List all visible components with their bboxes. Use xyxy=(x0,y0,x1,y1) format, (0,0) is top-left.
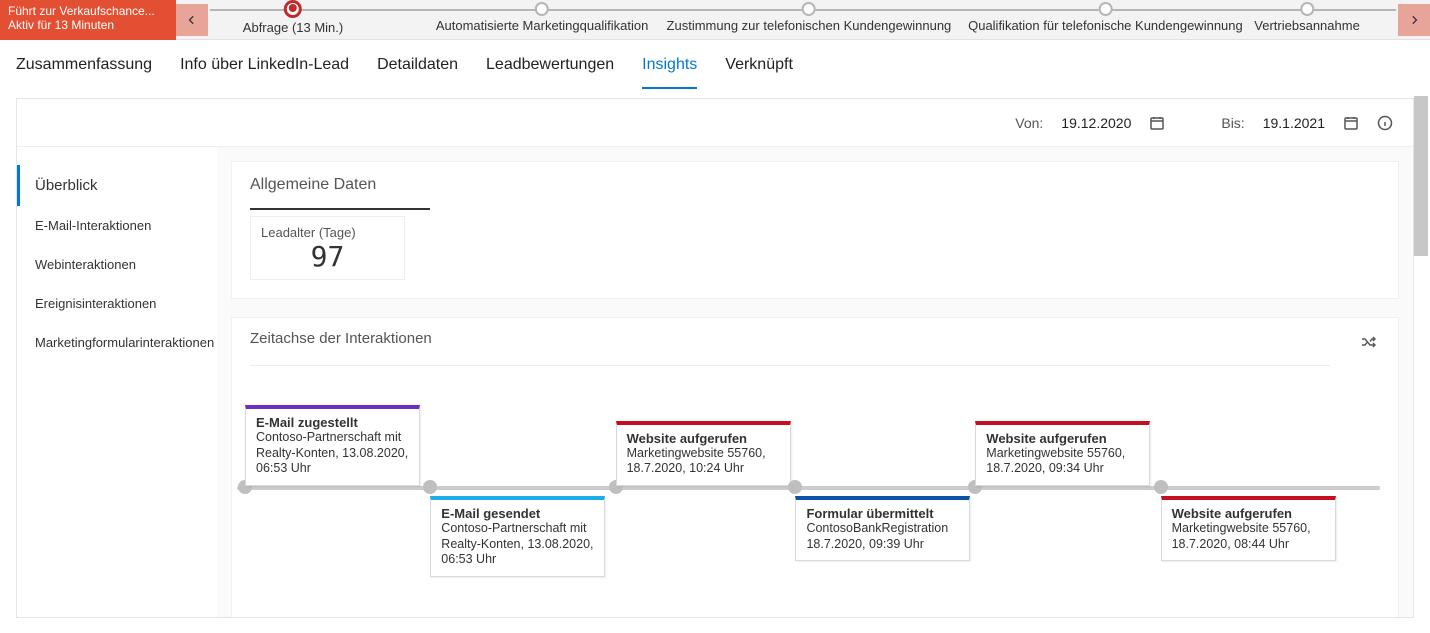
timeline-heading: Zeitachse der Interaktionen xyxy=(250,330,1330,366)
timeline-event-card[interactable]: Website aufgerufenMarketingwebsite 55760… xyxy=(1161,496,1336,561)
event-title: Website aufgerufen xyxy=(1172,506,1325,521)
leftnav-item[interactable]: E-Mail-Interaktionen xyxy=(17,206,217,245)
tab-insights[interactable]: Insights xyxy=(642,52,697,89)
timeline-event-card[interactable]: Formular übermitteltContosoBankRegistrat… xyxy=(795,496,970,561)
leftnav-item[interactable]: Marketingformularinteraktionen xyxy=(17,323,217,362)
general-data-card: Allgemeine Daten Leadalter (Tage) 97 xyxy=(231,161,1399,299)
event-title: E-Mail gesendet xyxy=(441,506,594,521)
bpf-stage-track: Abfrage (13 Min.) Automatisierte Marketin… xyxy=(210,0,1396,40)
bpf-flag-title: Führt zur Verkaufschance... xyxy=(8,4,168,18)
event-title: Website aufgerufen xyxy=(627,431,780,446)
event-desc: ContosoBankRegistration 18.7.2020, 09:39… xyxy=(806,521,959,552)
date-from-label: Von: xyxy=(1015,115,1043,131)
timeline-event-card[interactable]: E-Mail zugestelltContoso-Partnerschaft m… xyxy=(245,405,420,486)
leftnav-item[interactable]: Überblick xyxy=(17,165,217,206)
general-data-heading: Allgemeine Daten xyxy=(250,176,1380,194)
stage-label: Zustimmung zur telefonischen Kundengewin… xyxy=(667,18,952,33)
lead-age-kpi: Leadalter (Tage) 97 xyxy=(250,216,405,280)
stage-label: Vertriebsannahme xyxy=(1254,18,1360,33)
bpf-stage[interactable]: Automatisierte Marketingqualifikation xyxy=(436,0,648,33)
timeline-event-card[interactable]: Website aufgerufenMarketingwebsite 55760… xyxy=(975,421,1150,486)
bpf-active-stage-flag[interactable]: Führt zur Verkaufschance... Aktiv für 13… xyxy=(0,0,176,40)
bpf-next-button[interactable] xyxy=(1398,4,1430,36)
kpi-value: 97 xyxy=(261,240,394,273)
tab-zusammenfassung[interactable]: Zusammenfassung xyxy=(16,52,152,89)
event-desc: Contoso-Partnerschaft mit Realty-Konten,… xyxy=(256,430,409,477)
timeline-track: E-Mail zugestelltContoso-Partnerschaft m… xyxy=(237,386,1380,606)
stage-dot-icon xyxy=(1300,2,1314,16)
heading-underline xyxy=(250,208,430,210)
bpf-stage[interactable]: Abfrage (13 Min.) xyxy=(243,0,343,35)
date-range-bar: Von: 19.12.2020 Bis: 19.1.2021 xyxy=(17,99,1413,147)
shuffle-icon[interactable] xyxy=(1360,334,1376,353)
bpf-stage[interactable]: Qualifikation für telefonische Kundengew… xyxy=(968,0,1243,33)
stage-dot-icon xyxy=(284,0,302,18)
event-desc: Contoso-Partnerschaft mit Realty-Konten,… xyxy=(441,521,594,568)
timeline-node[interactable] xyxy=(423,480,437,494)
insights-left-nav: ÜberblickE-Mail-InteraktionenWebinterakt… xyxy=(17,147,217,617)
timeline-axis xyxy=(237,486,1380,490)
leftnav-item[interactable]: Webinteraktionen xyxy=(17,245,217,284)
vertical-scrollbar[interactable] xyxy=(1414,96,1428,616)
bpf-flag-duration: Aktiv für 13 Minuten xyxy=(8,18,168,32)
bpf-prev-button[interactable] xyxy=(176,4,208,36)
event-title: E-Mail zugestellt xyxy=(256,415,409,430)
timeline-node[interactable] xyxy=(1154,480,1168,494)
stage-label: Qualifikation für telefonische Kundengew… xyxy=(968,18,1243,33)
stage-label: Automatisierte Marketingqualifikation xyxy=(436,18,648,33)
tab-leadbewertungen[interactable]: Leadbewertungen xyxy=(486,52,614,89)
insights-content: Allgemeine Daten Leadalter (Tage) 97 Zei… xyxy=(217,147,1413,617)
calendar-icon[interactable] xyxy=(1149,115,1165,131)
event-desc: Marketingwebsite 55760, 18.7.2020, 08:44… xyxy=(1172,521,1325,552)
tab-verkn-pft[interactable]: Verknüpft xyxy=(725,52,793,89)
business-process-flow: Führt zur Verkaufschance... Aktiv für 13… xyxy=(0,0,1430,40)
stage-dot-icon xyxy=(535,2,549,16)
date-to-label: Bis: xyxy=(1221,115,1244,131)
event-desc: Marketingwebsite 55760, 18.7.2020, 09:34… xyxy=(986,446,1139,477)
date-to-value[interactable]: 19.1.2021 xyxy=(1263,115,1325,131)
event-title: Website aufgerufen xyxy=(986,431,1139,446)
tab-detaildaten[interactable]: Detaildaten xyxy=(377,52,458,89)
date-from-value[interactable]: 19.12.2020 xyxy=(1061,115,1131,131)
insights-panel: Von: 19.12.2020 Bis: 19.1.2021 Überblick… xyxy=(16,98,1414,618)
bpf-stage[interactable]: Vertriebsannahme xyxy=(1254,0,1360,33)
kpi-label: Leadalter (Tage) xyxy=(261,225,394,240)
timeline-event-card[interactable]: Website aufgerufenMarketingwebsite 55760… xyxy=(616,421,791,486)
stage-dot-icon xyxy=(1098,2,1112,16)
stage-label: Abfrage (13 Min.) xyxy=(243,20,343,35)
stage-dot-icon xyxy=(802,2,816,16)
calendar-icon[interactable] xyxy=(1343,115,1359,131)
timeline-event-card[interactable]: E-Mail gesendetContoso-Partnerschaft mit… xyxy=(430,496,605,577)
bpf-stage[interactable]: Zustimmung zur telefonischen Kundengewin… xyxy=(667,0,952,33)
record-tabs: Zusammenfassung Info über LinkedIn-Lead De… xyxy=(0,40,1430,90)
interaction-timeline-card: Zeitachse der Interaktionen E-Mail zuges… xyxy=(231,317,1399,617)
event-title: Formular übermittelt xyxy=(806,506,959,521)
timeline-node[interactable] xyxy=(788,480,802,494)
leftnav-item[interactable]: Ereignisinteraktionen xyxy=(17,284,217,323)
tab-info-ber-linkedin-lead[interactable]: Info über LinkedIn-Lead xyxy=(180,52,349,89)
event-desc: Marketingwebsite 55760, 18.7.2020, 10:24… xyxy=(627,446,780,477)
info-icon[interactable] xyxy=(1377,115,1393,131)
